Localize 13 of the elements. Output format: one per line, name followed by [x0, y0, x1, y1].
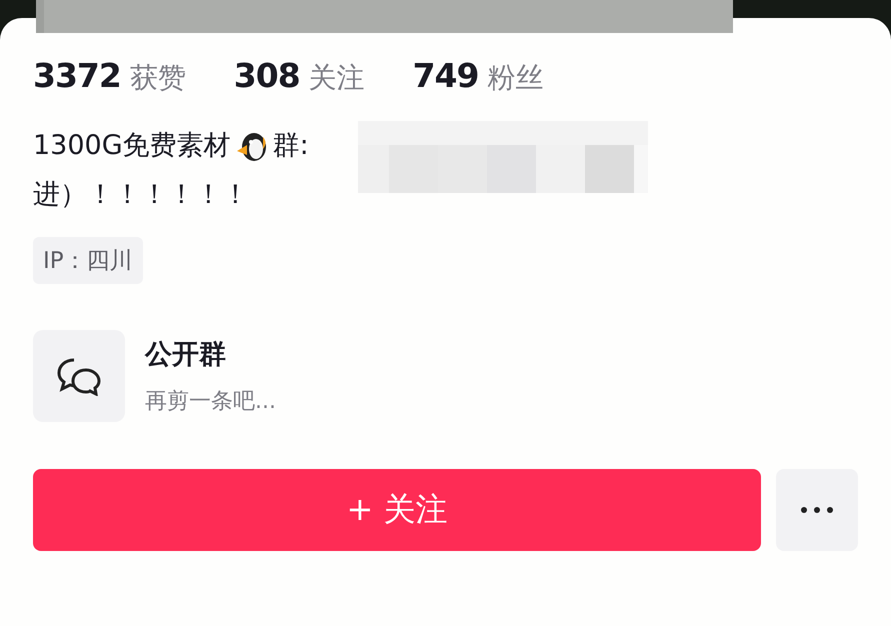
bio-text: 群: [272, 129, 309, 163]
group-subtitle: 再剪一条吧... [145, 388, 276, 416]
more-icon [801, 507, 833, 513]
stat-count[interactable]: 749 粉丝 [412, 56, 544, 97]
follow-button[interactable]: + 关注 [33, 469, 761, 551]
chat-bubbles-icon [56, 356, 102, 396]
group-title[interactable]: 公开群 [145, 336, 276, 372]
stat-count[interactable]: 3372 获赞 [33, 56, 186, 97]
bio-text: 1300G免费素材 [33, 129, 231, 163]
ip-location-tag: IP：四川 [33, 237, 143, 284]
bio-text: 进）！！！！！！ [33, 178, 249, 212]
group-icon-tile[interactable] [33, 330, 125, 422]
stat-count[interactable]: 308 关注 [234, 56, 365, 97]
